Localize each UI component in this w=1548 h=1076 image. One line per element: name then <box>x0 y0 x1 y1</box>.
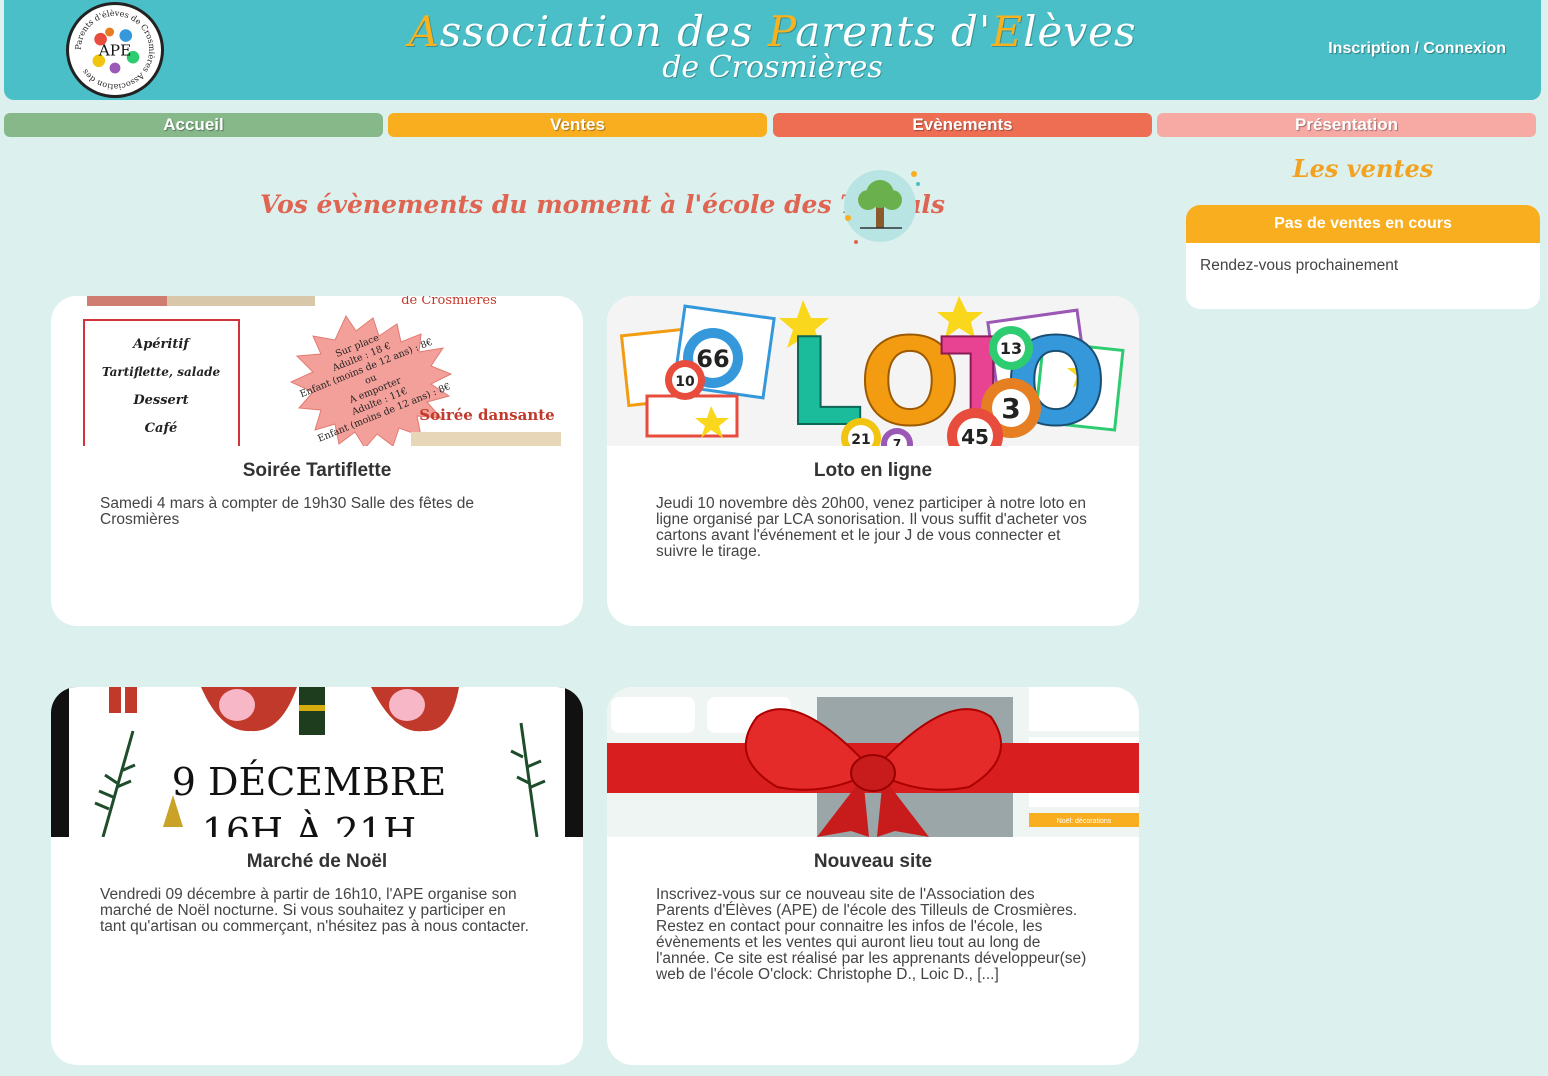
tree-icon <box>840 166 922 248</box>
card-title[interactable]: Loto en ligne <box>607 460 1139 482</box>
card-title[interactable]: Soirée Tartiflette <box>51 460 583 482</box>
tartiflette-flyer-image: Apéritif Tartiflette, salade Dessert Caf… <box>51 296 583 446</box>
event-card-loto[interactable]: L O T O 66 10 13 3 45 21 7 Loto en ligne… <box>607 296 1139 626</box>
title-initial-p: P <box>767 7 796 56</box>
nav-ventes[interactable]: Ventes <box>388 113 767 137</box>
title-part-3: lèves <box>1023 7 1137 56</box>
card-title[interactable]: Marché de Noël <box>51 851 583 873</box>
login-link[interactable]: Inscription / Connexion <box>1328 40 1506 58</box>
site-title-line1: Association des Parents d'Elèves <box>4 8 1541 56</box>
menu-item-aperitif: Apéritif <box>131 337 191 352</box>
noel-date: 9 DÉCEMBRE <box>172 760 446 804</box>
ball-10: 10 <box>675 374 695 390</box>
ball-3: 3 <box>1001 392 1020 425</box>
nouveau-site-image: Noël: décorations <box>607 687 1139 837</box>
event-card-tartiflette[interactable]: Apéritif Tartiflette, salade Dessert Caf… <box>51 296 583 626</box>
flyer-top-text: de Crosmières <box>401 296 497 308</box>
sales-box-text: Rendez-vous prochainement <box>1200 257 1399 274</box>
site-header: Parents d'élèves de Crosmières Associati… <box>4 0 1541 100</box>
card-description: Vendredi 09 décembre à partir de 16h10, … <box>100 886 529 935</box>
nav-presentation[interactable]: Présentation <box>1157 113 1536 137</box>
card-description: Jeudi 10 novembre dès 20h00, venez parti… <box>656 495 1087 560</box>
ball-13: 13 <box>1000 339 1022 358</box>
title-part-1: ssociation des <box>439 7 768 56</box>
title-initial-e: E <box>991 7 1024 56</box>
menu-item-cafe: Café <box>145 421 178 436</box>
noel-hours: 16H À 21H <box>202 810 417 837</box>
event-card-marche-noel[interactable]: 9 DÉCEMBRE 16H À 21H Marché de Noël Vend… <box>51 687 583 1065</box>
title-part-2: arents d' <box>795 7 992 56</box>
ball-45: 45 <box>961 425 989 446</box>
event-card-nouveau-site[interactable]: Noël: décorations Nouveau site Inscrivez… <box>607 687 1139 1065</box>
nav-evenements[interactable]: Evènements <box>773 113 1152 137</box>
main-nav: Accueil Ventes Evènements Présentation <box>4 113 1536 137</box>
card-title[interactable]: Nouveau site <box>607 851 1139 873</box>
menu-item-dessert: Dessert <box>132 393 188 408</box>
site-title: Association des Parents d'Elèves de Cros… <box>4 8 1541 84</box>
marche-noel-image: 9 DÉCEMBRE 16H À 21H <box>51 687 583 837</box>
screenshot-tag: Noël: décorations <box>1057 818 1112 825</box>
title-initial-a: A <box>408 7 440 56</box>
ball-21: 21 <box>851 432 870 446</box>
nav-accueil[interactable]: Accueil <box>4 113 383 137</box>
card-description: Inscrivez-vous sur ce nouveau site de l'… <box>656 886 1087 983</box>
sales-box: Pas de ventes en cours Rendez-vous proch… <box>1186 205 1540 309</box>
card-description: Samedi 4 mars à compter de 19h30 Salle d… <box>100 495 474 528</box>
sales-box-title: Pas de ventes en cours <box>1186 205 1540 243</box>
loto-image: L O T O 66 10 13 3 45 21 7 <box>607 296 1139 446</box>
ball-7: 7 <box>893 437 901 446</box>
flyer-subtitle: Soirée dansante <box>419 406 554 424</box>
menu-item-tartiflette: Tartiflette, salade <box>102 365 221 379</box>
sales-heading: Les ventes <box>1292 154 1434 183</box>
site-title-line2: de Crosmières <box>662 50 883 85</box>
